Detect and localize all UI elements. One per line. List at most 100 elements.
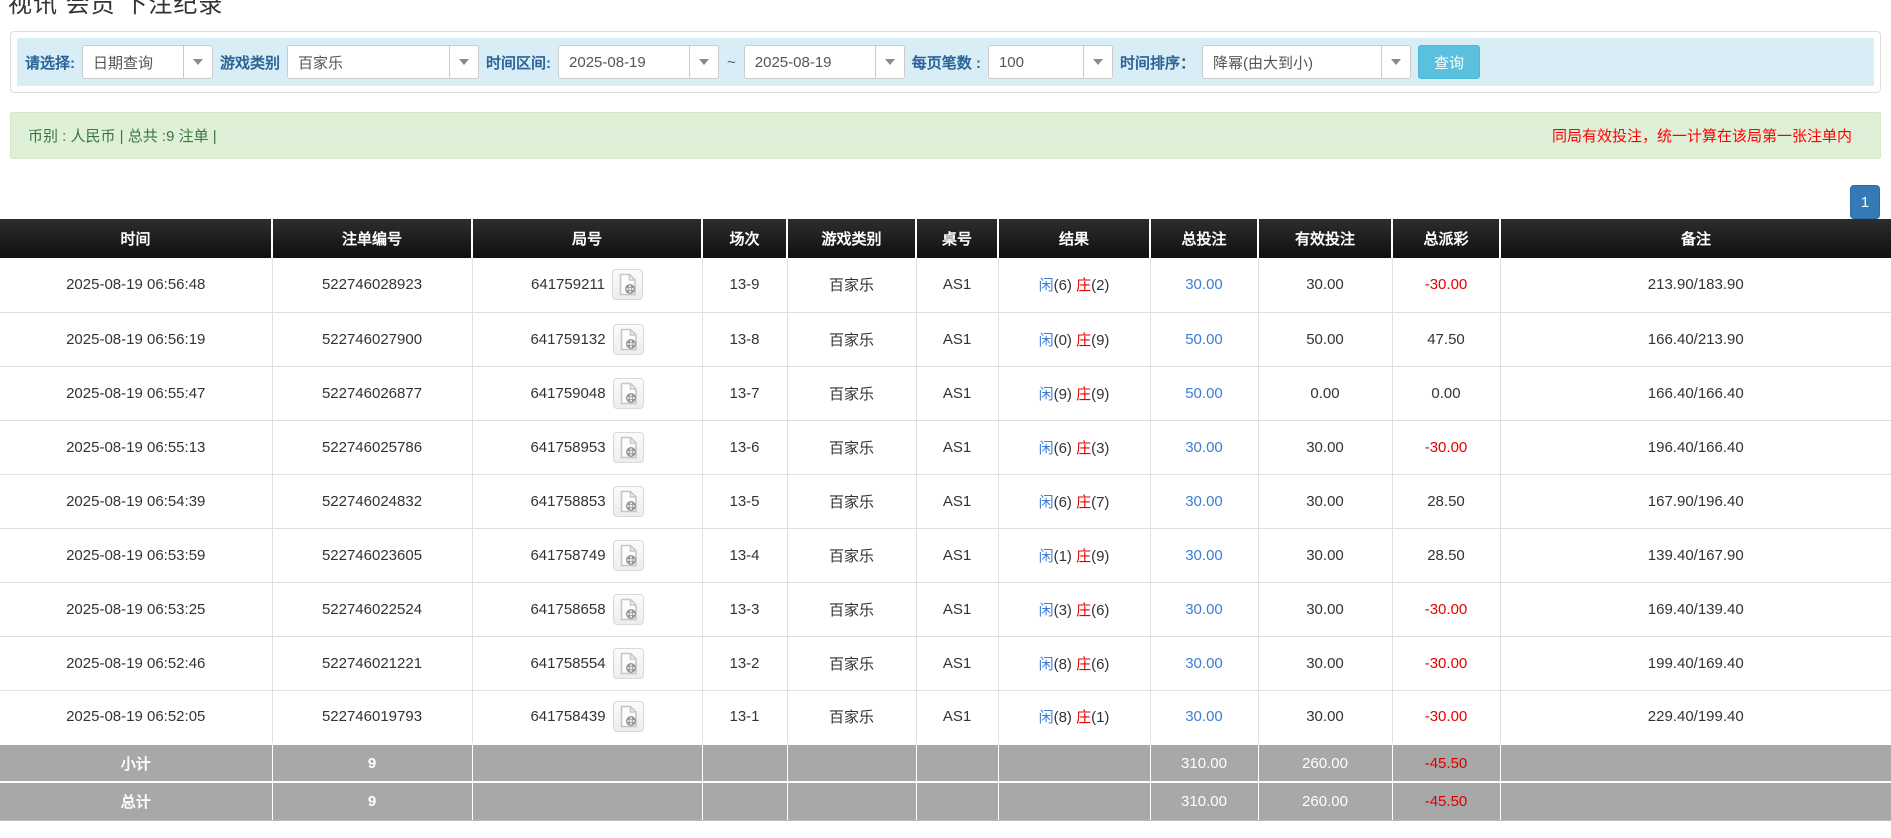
footer-total-bet-cell: 310.00 (1150, 782, 1258, 820)
total-bet-link[interactable]: 30.00 (1185, 708, 1223, 725)
video-record-button[interactable] (613, 701, 644, 732)
video-file-icon (618, 328, 639, 351)
game-type-value: 百家乐 (288, 52, 449, 73)
bet-no-cell: 522746022524 (272, 582, 472, 636)
footer-valid-bet-cell: 260.00 (1258, 744, 1392, 782)
table-no-cell: AS1 (916, 582, 998, 636)
game-type-cell: 百家乐 (787, 690, 916, 744)
date-to-dropdown[interactable]: 2025-08-19 (744, 45, 905, 79)
table-no-cell: AS1 (916, 420, 998, 474)
total-bet-link[interactable]: 50.00 (1185, 331, 1223, 348)
round-no-cell: 641758658 (472, 582, 702, 636)
round-no-value: 641758853 (530, 493, 605, 510)
footer-payout-cell: -45.50 (1392, 744, 1500, 782)
table-no-cell: AS1 (916, 312, 998, 366)
video-record-button[interactable] (613, 486, 644, 517)
footer-empty-cell (787, 744, 916, 782)
result-cell: 闲(8) 庄(1) (998, 690, 1150, 744)
footer-count-cell: 9 (272, 744, 472, 782)
page-title: 视讯 会员 下注纪录 (8, 0, 1891, 18)
video-record-button[interactable] (613, 324, 644, 355)
query-type-dropdown[interactable]: 日期查询 (82, 45, 213, 79)
footer-total-bet-cell: 310.00 (1150, 744, 1258, 782)
chevron-down-icon (689, 46, 718, 78)
footer-empty-cell (787, 782, 916, 820)
table-row: 2025-08-19 06:55:47522746026877641759048… (0, 366, 1891, 420)
banker-result-label: 庄 (1076, 548, 1091, 565)
footer-empty-cell (1500, 782, 1891, 820)
page-size-label: 每页笔数 : (912, 52, 981, 73)
video-record-button[interactable] (613, 540, 644, 571)
header-bet-no: 注单编号 (272, 219, 472, 258)
bet-no-cell: 522746027900 (272, 312, 472, 366)
page-size-dropdown[interactable]: 100 (988, 45, 1113, 79)
time-cell: 2025-08-19 06:56:19 (0, 312, 272, 366)
video-record-button[interactable] (613, 648, 644, 679)
search-button[interactable]: 查询 (1418, 45, 1480, 79)
sort-order-dropdown[interactable]: 降幂(由大到小) (1202, 45, 1411, 79)
video-record-button[interactable] (613, 378, 644, 409)
video-record-button[interactable] (613, 432, 644, 463)
payout-cell: 0.00 (1392, 366, 1500, 420)
banker-result-label: 庄 (1076, 386, 1091, 403)
total-bet-cell: 30.00 (1150, 528, 1258, 582)
valid-bet-cell: 30.00 (1258, 636, 1392, 690)
video-file-icon (617, 273, 638, 296)
sort-order-value: 降幂(由大到小) (1203, 52, 1381, 73)
video-record-button[interactable] (613, 594, 644, 625)
remark-cell: 139.40/167.90 (1500, 528, 1891, 582)
video-record-button[interactable] (612, 269, 643, 300)
total-bet-link[interactable]: 30.00 (1185, 655, 1223, 672)
remark-cell: 196.40/166.40 (1500, 420, 1891, 474)
result-cell: 闲(6) 庄(3) (998, 420, 1150, 474)
video-file-icon (618, 598, 639, 621)
table-row: 2025-08-19 06:53:59522746023605641758749… (0, 528, 1891, 582)
time-cell: 2025-08-19 06:53:25 (0, 582, 272, 636)
result-cell: 闲(9) 庄(9) (998, 366, 1150, 420)
total-bet-link[interactable]: 30.00 (1185, 493, 1223, 510)
total-bet-cell: 30.00 (1150, 420, 1258, 474)
table-no-cell: AS1 (916, 366, 998, 420)
total-bet-cell: 50.00 (1150, 312, 1258, 366)
result-cell: 闲(1) 庄(9) (998, 528, 1150, 582)
video-file-icon (618, 544, 639, 567)
total-bet-link[interactable]: 30.00 (1185, 276, 1223, 293)
player-result-label: 闲 (1039, 494, 1054, 511)
date-to-value: 2025-08-19 (745, 54, 875, 71)
valid-bet-cell: 30.00 (1258, 690, 1392, 744)
total-bet-link[interactable]: 30.00 (1185, 547, 1223, 564)
date-from-dropdown[interactable]: 2025-08-19 (558, 45, 719, 79)
banker-result-label: 庄 (1076, 332, 1091, 349)
page-1-button[interactable]: 1 (1850, 185, 1880, 219)
round-no-cell: 641758554 (472, 636, 702, 690)
remark-cell: 199.40/169.40 (1500, 636, 1891, 690)
table-header: 时间 注单编号 局号 场次 游戏类别 桌号 结果 总投注 有效投注 总派彩 备注 (0, 219, 1891, 258)
total-bet-link[interactable]: 50.00 (1185, 385, 1223, 402)
query-type-label: 请选择: (25, 52, 75, 73)
payout-cell: -30.00 (1392, 690, 1500, 744)
time-cell: 2025-08-19 06:54:39 (0, 474, 272, 528)
remark-cell: 229.40/199.40 (1500, 690, 1891, 744)
round-no-cell: 641758953 (472, 420, 702, 474)
bet-no-cell: 522746024832 (272, 474, 472, 528)
valid-bet-cell: 30.00 (1258, 258, 1392, 312)
time-cell: 2025-08-19 06:53:59 (0, 528, 272, 582)
header-remark: 备注 (1500, 219, 1891, 258)
chevron-down-icon (183, 46, 212, 78)
table-no-cell: AS1 (916, 474, 998, 528)
footer-empty-cell (472, 744, 702, 782)
table-no-cell: AS1 (916, 528, 998, 582)
total-bet-cell: 30.00 (1150, 690, 1258, 744)
round-no-cell: 641758749 (472, 528, 702, 582)
total-bet-link[interactable]: 30.00 (1185, 601, 1223, 618)
total-bet-cell: 30.00 (1150, 474, 1258, 528)
total-bet-link[interactable]: 30.00 (1185, 439, 1223, 456)
bet-no-cell: 522746028923 (272, 258, 472, 312)
table-footer: 小计9310.00260.00-45.50总计9310.00260.00-45.… (0, 744, 1891, 820)
footer-empty-cell (916, 782, 998, 820)
header-table-no: 桌号 (916, 219, 998, 258)
sort-order-label: 时间排序： (1120, 52, 1195, 73)
round-no-value: 641758953 (530, 439, 605, 456)
total-bet-cell: 30.00 (1150, 582, 1258, 636)
game-type-dropdown[interactable]: 百家乐 (287, 45, 479, 79)
